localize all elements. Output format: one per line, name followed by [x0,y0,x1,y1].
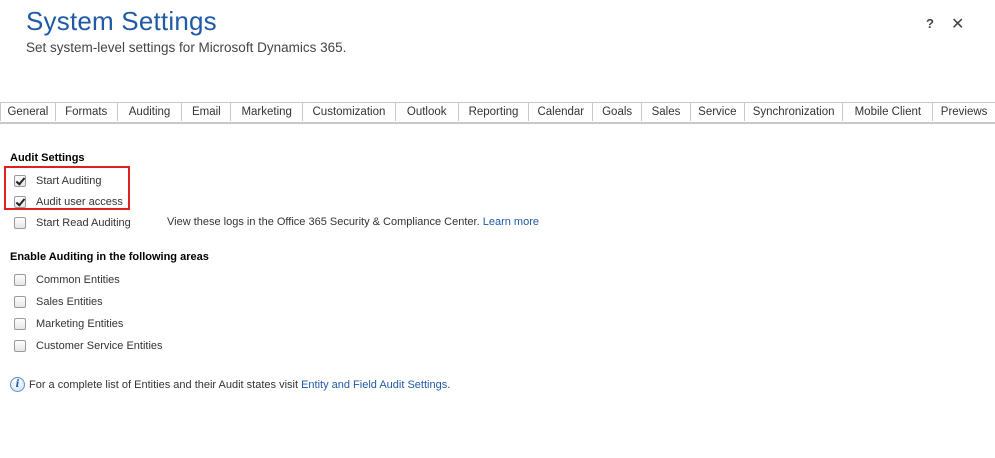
start-read-auditing-checkbox[interactable] [14,217,26,229]
close-icon[interactable]: ✕ [951,14,964,34]
sales-entities-checkbox[interactable] [14,296,26,308]
tab-calendar[interactable]: Calendar [528,102,594,121]
tab-general[interactable]: General [0,102,56,121]
marketing-entities-checkbox[interactable] [14,318,26,330]
tab-sales[interactable]: Sales [641,102,691,121]
learn-more-link[interactable]: Learn more [483,216,539,228]
tab-mobile-client[interactable]: Mobile Client [842,102,934,121]
tab-goals[interactable]: Goals [592,102,643,121]
help-icon[interactable]: ? [926,16,934,31]
customer-service-entities-checkbox[interactable] [14,340,26,352]
audit-settings-heading: Audit Settings [10,152,85,164]
tab-synchronization[interactable]: Synchronization [743,102,844,121]
audit-info-text: For a complete list of Entities and thei… [29,378,299,391]
common-entities-option: Common Entities [14,272,120,288]
read-auditing-note-text: View these logs in the Office 365 Securi… [167,216,480,228]
settings-tabs: General Formats Auditing Email Marketing… [0,102,995,123]
tab-reporting[interactable]: Reporting [457,102,530,121]
tab-auditing[interactable]: Auditing [116,102,183,121]
common-entities-label: Common Entities [36,274,120,286]
sales-entities-option: Sales Entities [14,294,103,310]
sales-entities-label: Sales Entities [36,296,103,308]
tab-customization[interactable]: Customization [302,102,396,121]
tab-outlook[interactable]: Outlook [394,102,459,121]
tab-previews[interactable]: Previews [932,102,995,121]
page-header: System Settings Set system-level setting… [0,0,995,100]
tab-email[interactable]: Email [181,102,232,121]
tab-formats[interactable]: Formats [54,102,118,121]
marketing-entities-label: Marketing Entities [36,318,124,330]
entity-field-audit-settings-link[interactable]: Entity and Field Audit Settings [301,379,447,391]
tab-service[interactable]: Service [689,102,745,121]
page-subtitle: Set system-level settings for Microsoft … [26,40,347,55]
start-read-auditing-option: Start Read Auditing [14,215,131,231]
audit-info-suffix: . [447,378,451,391]
customer-service-entities-label: Customer Service Entities [36,340,163,352]
customer-service-entities-option: Customer Service Entities [14,338,163,354]
highlight-box [4,166,130,210]
enable-auditing-areas-heading: Enable Auditing in the following areas [10,251,209,263]
page-title: System Settings [26,6,217,36]
marketing-entities-option: Marketing Entities [14,316,123,332]
read-auditing-note: View these logs in the Office 365 Securi… [167,216,539,228]
auditing-panel [0,123,995,458]
common-entities-checkbox[interactable] [14,274,26,286]
tab-marketing[interactable]: Marketing [230,102,304,121]
audit-info-line: i For a complete list of Entities and th… [10,377,450,392]
start-read-auditing-label: Start Read Auditing [36,217,131,229]
info-icon: i [10,377,25,392]
